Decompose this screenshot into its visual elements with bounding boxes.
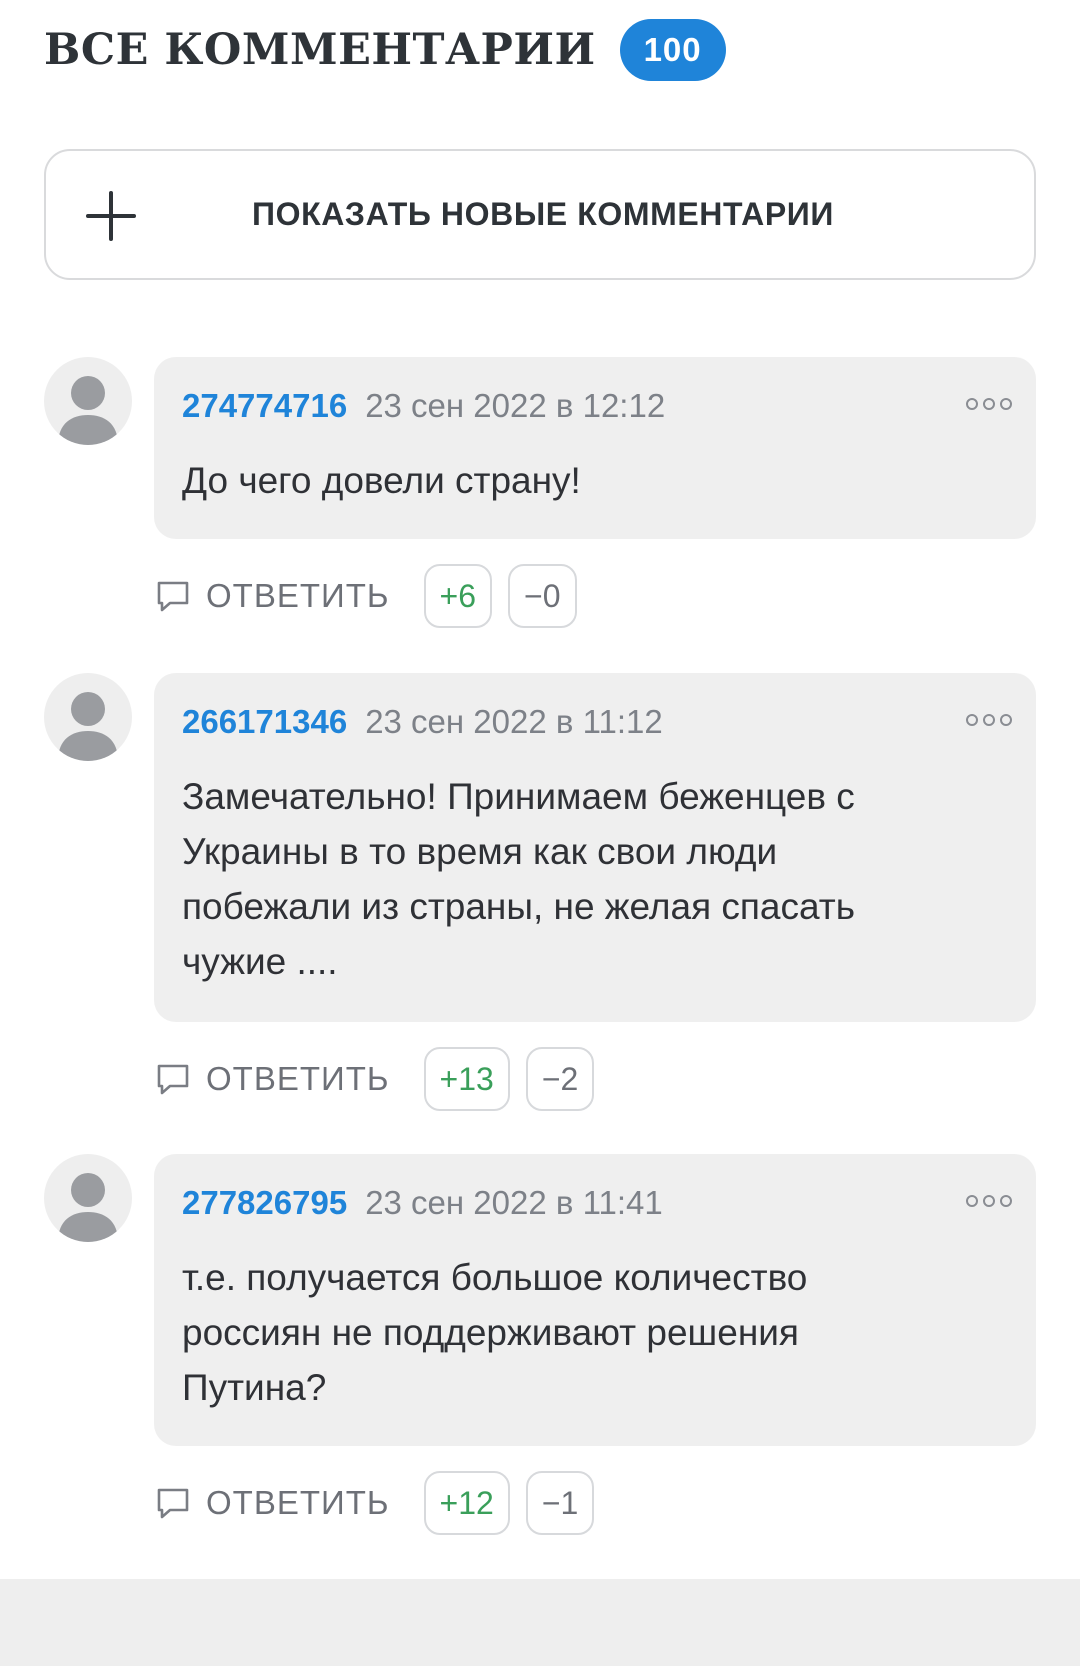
downvote-button[interactable]: −1 (525, 1471, 595, 1535)
comment-text: т.е. получается большое количество росси… (182, 1257, 808, 1408)
user-placeholder-icon (58, 1173, 118, 1242)
comment-date: 23 сен 2022 в 11:12 (365, 703, 663, 740)
upvote-button[interactable]: +13 (423, 1047, 510, 1111)
more-options-icon[interactable] (966, 713, 1012, 727)
avatar[interactable] (44, 673, 132, 761)
reply-button[interactable]: ОТВЕТИТЬ (154, 1470, 390, 1536)
more-options-icon[interactable] (966, 1194, 1012, 1208)
show-new-comments-button[interactable]: ПОКАЗАТЬ НОВЫЕ КОММЕНТАРИИ (44, 149, 1036, 280)
comment-meta: 277826795 23 сен 2022 в 11:41 (182, 1184, 1008, 1228)
comment-meta: 266171346 23 сен 2022 в 11:12 (182, 703, 1008, 747)
avatar[interactable] (44, 357, 132, 445)
downvote-button[interactable]: −0 (508, 564, 577, 628)
comment-bubble: 274774716 23 сен 2022 в 12:12 До чего до… (154, 357, 1036, 539)
avatar[interactable] (44, 1154, 132, 1242)
reply-label: ОТВЕТИТЬ (206, 1484, 390, 1521)
footer-bar (0, 1579, 1080, 1666)
comments-header: ВСЕ КОММЕНТАРИИ 100 (44, 18, 726, 82)
downvote-button[interactable]: −2 (525, 1047, 595, 1111)
comments-count-badge: 100 (619, 19, 726, 81)
speech-bubble-icon (157, 1488, 189, 1519)
comment-bubble: 266171346 23 сен 2022 в 11:12 Замечатель… (154, 673, 1036, 1022)
comment-date: 23 сен 2022 в 12:12 (365, 387, 666, 424)
show-new-comments-label: ПОКАЗАТЬ НОВЫЕ КОММЕНТАРИИ (252, 196, 834, 232)
comment-meta: 274774716 23 сен 2022 в 12:12 (182, 387, 1008, 431)
comment-text: Замечательно! Принимаем беженцев с Украи… (182, 776, 855, 982)
page-title: ВСЕ КОММЕНТАРИИ (44, 25, 596, 75)
upvote-button[interactable]: +12 (423, 1471, 510, 1535)
comment-actions: ОТВЕТИТЬ +6 −0 (154, 563, 577, 629)
comment-actions: ОТВЕТИТЬ +13 −2 (154, 1046, 595, 1112)
reply-label: ОТВЕТИТЬ (206, 577, 390, 614)
upvote-button[interactable]: +6 (423, 564, 493, 628)
comment-bubble: 277826795 23 сен 2022 в 11:41 т.е. получ… (154, 1154, 1036, 1446)
comment-date: 23 сен 2022 в 11:41 (365, 1184, 663, 1221)
user-placeholder-icon (58, 376, 118, 445)
more-options-icon[interactable] (966, 397, 1012, 411)
comment-text: До чего довели страну! (182, 460, 581, 501)
comment-author[interactable]: 266171346 (182, 703, 347, 741)
comment-actions: ОТВЕТИТЬ +12 −1 (154, 1470, 595, 1536)
reply-button[interactable]: ОТВЕТИТЬ (154, 1046, 390, 1112)
reply-button[interactable]: ОТВЕТИТЬ (154, 563, 390, 629)
speech-bubble-icon (157, 581, 189, 612)
comment-author[interactable]: 274774716 (182, 387, 347, 425)
reply-label: ОТВЕТИТЬ (206, 1060, 390, 1097)
speech-bubble-icon (157, 1064, 189, 1095)
comment-author[interactable]: 277826795 (182, 1184, 347, 1222)
user-placeholder-icon (58, 692, 118, 761)
